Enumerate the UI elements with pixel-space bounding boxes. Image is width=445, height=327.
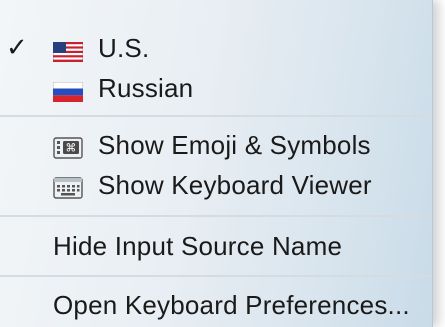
menu-separator (0, 215, 432, 217)
checkmark-icon: ✓ (6, 32, 28, 62)
menu-item-open-keyboard-preferences[interactable]: Open Keyboard Preferences... (0, 285, 432, 325)
svg-text:⌘: ⌘ (65, 142, 76, 155)
menu-item-label: Hide Input Source Name (53, 230, 343, 261)
us-flag-icon (52, 38, 84, 63)
menu-item-label: Russian (98, 72, 194, 103)
menu-item-label: Show Emoji & Symbols (98, 129, 371, 160)
menu-item-us[interactable]: ✓ U.S. (0, 28, 432, 68)
menu-item-label: U.S. (98, 32, 150, 63)
screen: ✓ U.S. Russian ⌘ Show Emoji & Symbols Sh… (0, 0, 445, 327)
emoji-symbols-icon: ⌘ (53, 135, 83, 159)
menu-item-hide-input-source-name[interactable]: Hide Input Source Name (0, 226, 432, 266)
keyboard-viewer-icon (53, 175, 83, 199)
menu-item-show-emoji-symbols[interactable]: ⌘ Show Emoji & Symbols (0, 125, 432, 165)
menu-separator (0, 275, 432, 277)
menu-item-label: Open Keyboard Preferences... (53, 289, 410, 320)
menu-item-label: Show Keyboard Viewer (98, 169, 372, 200)
menu-item-show-keyboard-viewer[interactable]: Show Keyboard Viewer (0, 165, 432, 205)
input-menu: ✓ U.S. Russian ⌘ Show Emoji & Symbols Sh… (0, 0, 433, 327)
menu-item-russian[interactable]: Russian (0, 68, 432, 108)
russia-flag-icon (52, 78, 84, 102)
menu-separator (0, 115, 432, 117)
